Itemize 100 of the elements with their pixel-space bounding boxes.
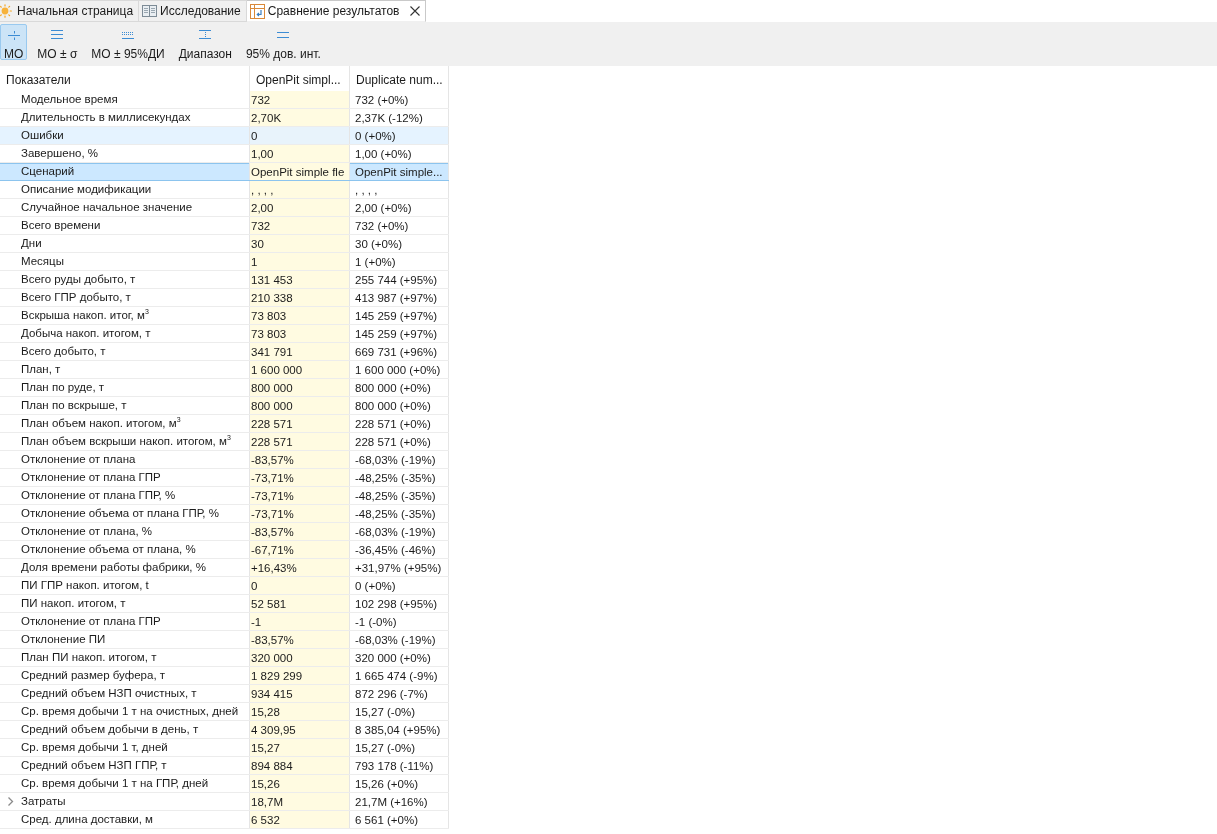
chevron-icon[interactable]	[7, 797, 14, 806]
table-row[interactable]: Описание модификации , , , , , , , ,	[0, 181, 449, 199]
table-row[interactable]: Ошибки 0 0 (+0%)	[0, 127, 449, 145]
metric-label: Отклонение от плана ГПР	[21, 614, 161, 629]
table-row[interactable]: План ПИ накоп. итогом, т 320 000 320 000 (+0%)	[0, 649, 449, 667]
display-mode-button[interactable]: МО ± σ	[33, 24, 82, 60]
table-row[interactable]: ПИ накоп. итогом, т 52 581 102 298 (+95%)	[0, 595, 449, 613]
table-row[interactable]: Ср. время добычи 1 т на ГПР, дней 15,26 15,26 (+0%)	[0, 775, 449, 793]
table-row[interactable]: Добыча накоп. итогом, т 73 803 145 259 (+97%)	[0, 325, 449, 343]
table-row[interactable]: Длительность в миллисекундах 2,70K 2,37K (-12%)	[0, 109, 449, 127]
metric-label: Всего времени	[21, 218, 101, 233]
table-row[interactable]: Ср. время добычи 1 т на очистных, дней 15,28 15,27 (-0%)	[0, 703, 449, 721]
table-row[interactable]: Всего добыто, т 341 791 669 731 (+96%)	[0, 343, 449, 361]
metric-label: Случайное начальное значение	[21, 200, 193, 215]
table-cell: 2,37K (-12%)	[350, 109, 449, 126]
table-cell: -83,57%	[250, 523, 350, 540]
metric-label: Отклонение от плана ГПР, %	[21, 488, 176, 503]
table-cell: , , , ,	[250, 181, 350, 198]
metric-label: Всего добыто, т	[21, 344, 106, 359]
metric-label: Описание модификации	[21, 182, 152, 197]
table-cell: 15,26	[250, 775, 350, 792]
tab[interactable]: Начальная страница	[0, 0, 140, 22]
metric-label: Ср. время добычи 1 т, дней	[21, 740, 168, 755]
table-row[interactable]: Всего ГПР добыто, т 210 338 413 987 (+97%)	[0, 289, 449, 307]
book-icon	[142, 4, 158, 18]
metric-label: Средний размер буфера, т	[21, 668, 166, 683]
table-cell: -73,71%	[250, 469, 350, 486]
table-row[interactable]: План, т 1 600 000 1 600 000 (+0%)	[0, 361, 449, 379]
table-cell: 732 (+0%)	[350, 217, 449, 234]
table-cell: 21,7M (+16%)	[350, 793, 449, 810]
table-cell: 800 000	[250, 379, 350, 396]
metric-label: План объем вскрыши накоп. итогом, м$^{3}$	[21, 433, 231, 449]
table-row[interactable]: Доля времени работы фабрики, % +16,43% +31,97% (+95%)	[0, 559, 449, 577]
table-cell: 15,27 (-0%)	[350, 739, 449, 756]
table-row[interactable]: Отклонение ПИ -83,57% -68,03% (-19%)	[0, 631, 449, 649]
table-row[interactable]: Отклонение от плана ГПР, % -73,71% -48,25% (-35%)	[0, 487, 449, 505]
table-cell: 1	[250, 253, 350, 270]
table-row[interactable]: План по вскрыше, т 800 000 800 000 (+0%)	[0, 397, 449, 415]
metric-label: Доля времени работы фабрики, %	[21, 560, 206, 575]
table-row[interactable]: Сценарий OpenPit simple fle OpenPit simple...	[0, 163, 449, 181]
table-row[interactable]: Завершено, % 1,00 1,00 (+0%)	[0, 145, 449, 163]
metric-label: Затраты	[21, 794, 66, 809]
table-row[interactable]: Отклонение от плана -83,57% -68,03% (-19%)	[0, 451, 449, 469]
table-row[interactable]: Ср. время добычи 1 т, дней 15,27 15,27 (-0%)	[0, 739, 449, 757]
table-cell: 1,00 (+0%)	[350, 145, 449, 162]
metric-label: Средний объем НЗП ГПР, т	[21, 758, 167, 773]
metric-label: Длительность в миллисекундах	[21, 110, 191, 125]
table-row[interactable]: Затраты 18,7M 21,7M (+16%)	[0, 793, 449, 811]
table-cell: -36,45% (-46%)	[350, 541, 449, 558]
metric-label: Всего ГПР добыто, т	[21, 290, 131, 305]
table-row[interactable]: Дни 30 30 (+0%)	[0, 235, 449, 253]
table-row[interactable]: Сред. длина доставки, м 6 532 6 561 (+0%)	[0, 811, 449, 829]
table-row[interactable]: Средний объем НЗП ГПР, т 894 884 793 178 (-11%)	[0, 757, 449, 775]
display-mode-button[interactable]: МО	[0, 24, 28, 60]
table-row[interactable]: Отклонение от плана ГПР -73,71% -48,25% (-35%)	[0, 469, 449, 487]
table-row[interactable]: Месяцы 1 1 (+0%)	[0, 253, 449, 271]
table-cell: 0 (+0%)	[350, 577, 449, 594]
table-row[interactable]: Отклонение от плана ГПР -1 -1 (-0%)	[0, 613, 449, 631]
table-cell: -73,71%	[250, 487, 350, 504]
table-cell: 0	[250, 577, 350, 594]
metric-label: Отклонение объема от плана, %	[21, 542, 196, 557]
display-mode-button[interactable]: Диапазон	[174, 24, 236, 60]
table-row[interactable]: Средний размер буфера, т 1 829 299 1 665 474 (-9%)	[0, 667, 449, 685]
table-cell: +16,43%	[250, 559, 350, 576]
table-row[interactable]: Всего времени 732 732 (+0%)	[0, 217, 449, 235]
table-row[interactable]: ПИ ГПР накоп. итогом, t 0 0 (+0%)	[0, 577, 449, 595]
table-row[interactable]: Всего руды добыто, т 131 453 255 744 (+95%)	[0, 271, 449, 289]
table-row[interactable]: Отклонение объема от плана ГПР, % -73,71% -48,25% (-35%)	[0, 505, 449, 523]
table-cell: 320 000 (+0%)	[350, 649, 449, 666]
table-row[interactable]: Вскрыша накоп. итог, м$^{3}$ 73 803 145 259 (+97%)	[0, 307, 449, 325]
tab[interactable]: Исследование	[139, 0, 247, 22]
table-cell: 0 (+0%)	[350, 127, 449, 144]
close-icon[interactable]	[410, 6, 421, 16]
metric-label: Средний объем добычи в день, т	[21, 722, 199, 737]
table-cell: 4 309,95	[250, 721, 350, 738]
table-row[interactable]: Средний объем добычи в день, т 4 309,95 8 385,04 (+95%)	[0, 721, 449, 739]
table-cell: 793 178 (-11%)	[350, 757, 449, 774]
table-row[interactable]: Случайное начальное значение 2,00 2,00 (+0%)	[0, 199, 449, 217]
display-mode-button[interactable]: МО ± 95%ДИ	[87, 24, 169, 60]
table-row[interactable]: Отклонение от плана, % -83,57% -68,03% (-19%)	[0, 523, 449, 541]
table-row[interactable]: Модельное время 732 732 (+0%)	[0, 91, 449, 109]
table-cell: 1 600 000	[250, 361, 350, 378]
table-row[interactable]: Отклонение объема от плана, % -67,71% -36,45% (-46%)	[0, 541, 449, 559]
table-row[interactable]: Средний объем НЗП очистных, т 934 415 872 296 (-7%)	[0, 685, 449, 703]
table-row[interactable]: План объем вскрыши накоп. итогом, м$^{3}$ 228 571 228 571 (+0%)	[0, 433, 449, 451]
table-cell: 30	[250, 235, 350, 252]
table-cell: 228 571 (+0%)	[350, 433, 449, 450]
metric-label: Дни	[21, 236, 42, 251]
metric-label: Модельное время	[21, 92, 118, 107]
table-cell: 0	[250, 127, 350, 144]
table-row[interactable]: План по руде, т 800 000 800 000 (+0%)	[0, 379, 449, 397]
table-row[interactable]: План объем накоп. итогом, м$^{3}$ 228 571 228 571 (+0%)	[0, 415, 449, 433]
metric-label: Отклонение объема от плана ГПР, %	[21, 506, 219, 521]
table-cell: 15,27	[250, 739, 350, 756]
metric-label: Отклонение от плана, %	[21, 524, 153, 539]
metric-label: Сценарий	[21, 164, 75, 179]
three-lines-icon	[51, 30, 64, 40]
table-cell: 341 791	[250, 343, 350, 360]
display-mode-button[interactable]: 95% дов. инт.	[241, 24, 325, 60]
tab[interactable]: Сравнение результатов	[246, 0, 427, 22]
